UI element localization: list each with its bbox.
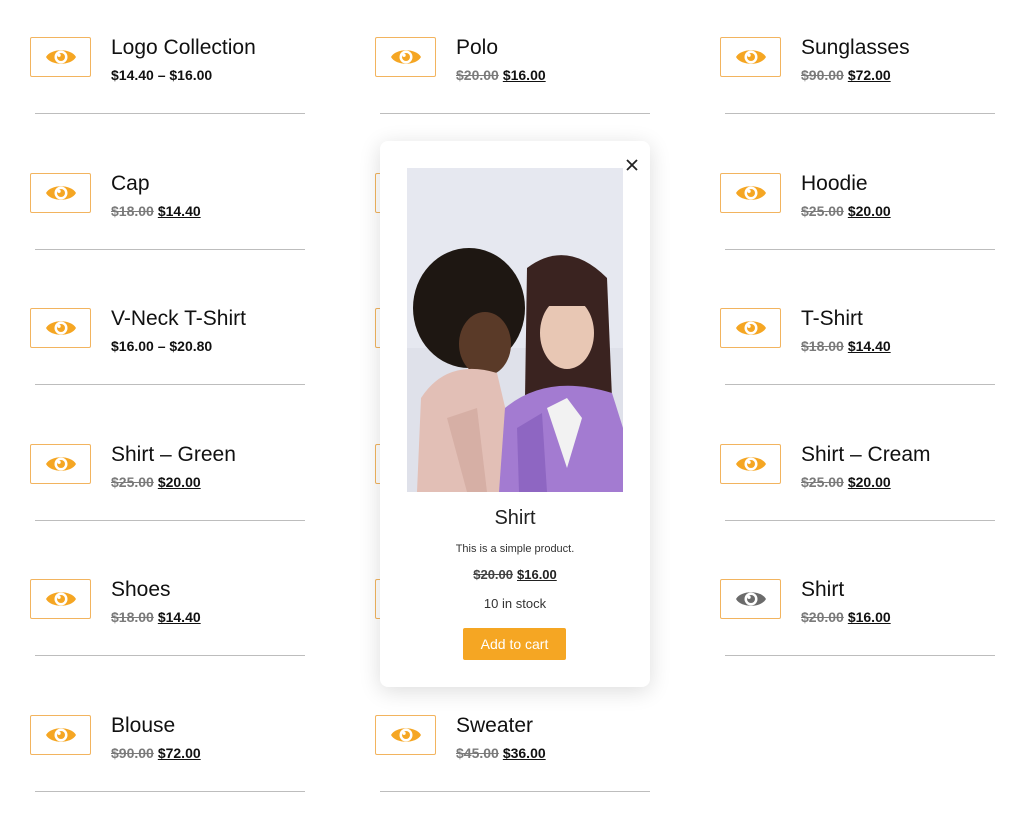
product-name[interactable]: V-Neck T-Shirt [111,306,246,332]
modal-product-price: $20.00 $16.00 [473,567,557,582]
product-name[interactable]: Logo Collection [111,35,256,61]
product-image [407,168,623,492]
product-price: $18.00 $14.40 [111,203,201,219]
divider [35,791,305,792]
quick-view-modal: Shirt This is a simple product. $20.00 $1… [380,141,650,687]
quick-view-button[interactable] [30,308,91,348]
product-price: $45.00 $36.00 [456,745,546,761]
product-item: Hoodie $25.00 $20.00 [720,171,1000,273]
product-name[interactable]: Blouse [111,713,175,739]
product-name[interactable]: Cap [111,171,150,197]
modal-product-description: This is a simple product. [455,543,575,555]
product-item: Shirt – Green $25.00 $20.00 [30,442,310,544]
eye-icon [735,186,766,200]
quick-view-button[interactable] [30,444,91,484]
product-item: Shoes $18.00 $14.40 [30,577,310,679]
divider [380,791,650,792]
product-item: Sweater $45.00 $36.00 [375,713,655,815]
product-name[interactable]: Sunglasses [801,35,910,61]
product-price: $90.00 $72.00 [801,67,891,83]
quick-view-button[interactable] [30,173,91,213]
divider [725,384,995,385]
divider [35,655,305,656]
eye-icon [735,592,766,606]
quick-view-button[interactable] [375,715,436,755]
eye-icon [45,728,76,742]
product-item: Sunglasses $90.00 $72.00 [720,35,1000,137]
product-name[interactable]: Sweater [456,713,533,739]
divider [380,113,650,114]
stock-status: 10 in stock [483,596,547,611]
product-photo [407,168,623,492]
close-icon [626,159,638,171]
eye-icon [45,321,76,335]
product-item: Blouse $90.00 $72.00 [30,713,310,815]
eye-icon [45,457,76,471]
quick-view-button[interactable] [375,37,436,77]
close-button[interactable] [624,157,640,173]
quick-view-button[interactable] [720,173,781,213]
product-price: $20.00 $16.00 [456,67,546,83]
quick-view-button[interactable] [720,308,781,348]
product-price: $20.00 $16.00 [801,609,891,625]
product-price: $25.00 $20.00 [801,203,891,219]
eye-icon [390,728,421,742]
eye-icon [45,186,76,200]
product-item: Polo $20.00 $16.00 [375,35,655,137]
quick-view-button[interactable] [720,444,781,484]
quick-view-button-active[interactable] [720,579,781,619]
divider [35,520,305,521]
divider [725,113,995,114]
product-price: $18.00 $14.40 [801,338,891,354]
eye-icon [735,321,766,335]
product-price: $18.00 $14.40 [111,609,201,625]
quick-view-button[interactable] [30,579,91,619]
product-item: Shirt $20.00 $16.00 [720,577,1000,679]
modal-product-title: Shirt [494,507,536,529]
product-price: $90.00 $72.00 [111,745,201,761]
product-name[interactable]: Polo [456,35,498,61]
product-price: $16.00 – $20.80 [111,338,213,354]
divider [35,249,305,250]
divider [35,113,305,114]
product-price: $25.00 $20.00 [801,474,891,490]
product-name[interactable]: Shirt – Green [111,442,236,468]
product-price: $25.00 $20.00 [111,474,201,490]
eye-icon [735,457,766,471]
product-item: Logo Collection $14.40 – $16.00 [30,35,310,137]
divider [725,249,995,250]
quick-view-button[interactable] [30,37,91,77]
eye-icon [45,592,76,606]
add-to-cart-button[interactable]: Add to cart [463,628,566,660]
product-name[interactable]: Hoodie [801,171,868,197]
product-name[interactable]: Shirt [801,577,844,603]
divider [725,520,995,521]
eye-icon [45,50,76,64]
product-name[interactable]: T-Shirt [801,306,863,332]
quick-view-button[interactable] [720,37,781,77]
product-name[interactable]: Shoes [111,577,171,603]
product-item: Shirt – Cream $25.00 $20.00 [720,442,1000,544]
product-item: V-Neck T-Shirt $16.00 – $20.80 [30,306,310,408]
product-item: Cap $18.00 $14.40 [30,171,310,273]
divider [725,655,995,656]
product-item: T-Shirt $18.00 $14.40 [720,306,1000,408]
divider [35,384,305,385]
product-name[interactable]: Shirt – Cream [801,442,931,468]
eye-icon [735,50,766,64]
product-price: $14.40 – $16.00 [111,67,213,83]
eye-icon [390,50,421,64]
quick-view-button[interactable] [30,715,91,755]
